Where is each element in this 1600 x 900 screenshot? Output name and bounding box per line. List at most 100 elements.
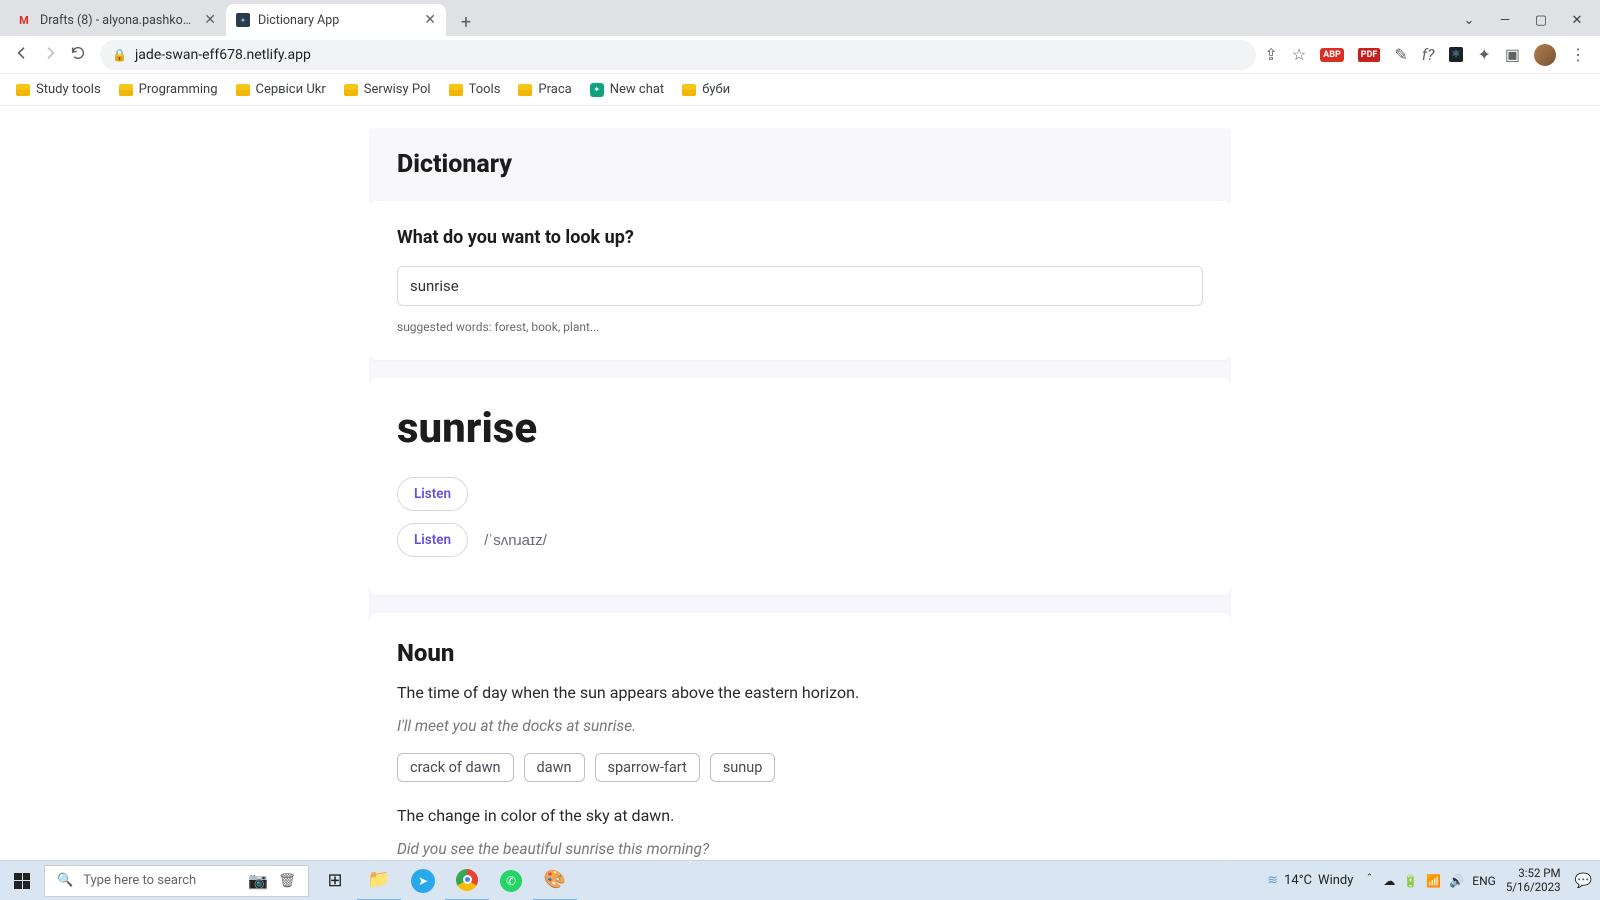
file-explorer-icon[interactable]: 📁 xyxy=(357,861,401,900)
listen-row-2: Listen /ˈsʌnɹaɪz/ xyxy=(397,523,1203,557)
listen-button[interactable]: Listen xyxy=(397,523,468,557)
app-container: Dictionary What do you want to look up? … xyxy=(369,128,1231,888)
tabs-dropdown-icon[interactable]: ⌄ xyxy=(1460,13,1478,28)
synonym-pill[interactable]: dawn xyxy=(524,753,585,782)
bookmark-buby[interactable]: буби xyxy=(682,82,730,97)
bookmarks-bar: Study tools Programming Сервіси Ukr Serw… xyxy=(0,74,1600,106)
time-text: 3:52 PM xyxy=(1506,867,1561,880)
example-text: I'll meet you at the docks at sunrise. xyxy=(397,717,1203,735)
example-text: Did you see the beautiful sunrise this m… xyxy=(397,840,1203,858)
tab-dictionary[interactable]: ✦ Dictionary App ✕ xyxy=(226,4,446,36)
gmail-icon: M xyxy=(16,12,32,28)
bookmark-label: New chat xyxy=(610,82,664,97)
taskbar-search[interactable]: 🔍 Type here to search 📷 🗑 xyxy=(44,865,309,897)
whatsapp-icon[interactable]: ✆ xyxy=(489,861,533,900)
close-window-button[interactable]: ✕ xyxy=(1568,13,1586,28)
listen-button[interactable]: Listen xyxy=(397,477,468,511)
window-controls: ⌄ — ▢ ✕ xyxy=(1460,4,1600,36)
bookmark-label: Сервіси Ukr xyxy=(256,82,326,97)
bookmark-new-chat[interactable]: ✦ New chat xyxy=(590,82,664,97)
volume-icon[interactable]: 🔊 xyxy=(1449,874,1464,888)
chevron-up-icon[interactable]: ＾ xyxy=(1363,872,1375,889)
start-button[interactable] xyxy=(0,873,44,889)
sidepanel-icon[interactable]: ▣ xyxy=(1505,45,1520,64)
date-text: 5/16/2023 xyxy=(1506,881,1561,894)
weather-cond: Windy xyxy=(1318,873,1353,888)
folder-icon xyxy=(449,84,463,96)
listen-row-1: Listen xyxy=(397,477,1203,511)
search-input[interactable] xyxy=(397,266,1203,306)
chat-icon: ✦ xyxy=(590,83,604,97)
close-icon[interactable]: ✕ xyxy=(204,12,216,28)
tab-strip: M Drafts (8) - alyona.pashko@gmai ✕ ✦ Di… xyxy=(0,0,1600,36)
bookmark-praca[interactable]: Praca xyxy=(518,82,571,97)
forward-button[interactable] xyxy=(42,45,58,65)
share-icon[interactable]: ⇪ xyxy=(1264,45,1277,64)
bookmark-label: Programming xyxy=(139,82,218,97)
address-bar: 🔒 jade-swan-eff678.netlify.app ⇪ ☆ ABP P… xyxy=(0,36,1600,74)
app-heading: Dictionary xyxy=(369,128,1231,201)
synonym-pill[interactable]: crack of dawn xyxy=(397,753,514,782)
onedrive-icon[interactable]: ☁ xyxy=(1383,874,1395,888)
notifications-icon[interactable]: 💬 xyxy=(1575,873,1592,889)
synonym-pill[interactable]: sunup xyxy=(710,753,776,782)
folder-icon xyxy=(518,84,532,96)
nav-buttons xyxy=(8,45,92,65)
lock-icon: 🔒 xyxy=(112,48,127,62)
telegram-icon[interactable]: ➤ xyxy=(401,861,445,900)
bookmark-serwisy-pol[interactable]: Serwisy Pol xyxy=(344,82,431,97)
windows-icon xyxy=(14,873,30,889)
minimize-button[interactable]: — xyxy=(1496,13,1514,28)
react-devtools-icon[interactable]: ⚛ xyxy=(1449,47,1464,62)
language-indicator[interactable]: ENG xyxy=(1472,874,1496,888)
bookmark-tools[interactable]: Tools xyxy=(449,82,501,97)
trash-icon[interactable]: 🗑 xyxy=(278,873,296,889)
extensions-icon[interactable]: ✦ xyxy=(1477,45,1490,64)
system-tray: ≋ 14°C Windy ＾ ☁ 🔋 📶 🔊 ENG 3:52 PM 5/16/… xyxy=(1267,867,1600,893)
camera-icon[interactable]: 📷 xyxy=(248,871,268,890)
page-viewport: Dictionary What do you want to look up? … xyxy=(0,106,1600,888)
weather-widget[interactable]: ≋ 14°C Windy xyxy=(1267,873,1353,888)
wind-icon: ≋ xyxy=(1267,873,1278,888)
back-button[interactable] xyxy=(14,45,30,65)
star-icon[interactable]: ☆ xyxy=(1292,45,1306,64)
maximize-button[interactable]: ▢ xyxy=(1532,13,1550,28)
new-tab-button[interactable]: + xyxy=(452,8,480,36)
folder-icon xyxy=(236,84,250,96)
folder-icon xyxy=(682,84,696,96)
wifi-icon[interactable]: 📶 xyxy=(1426,874,1441,888)
pdf-icon[interactable]: PDF xyxy=(1358,48,1381,62)
search-placeholder: Type here to search xyxy=(83,873,196,888)
menu-icon[interactable]: ⋮ xyxy=(1570,45,1586,64)
profile-avatar[interactable] xyxy=(1534,44,1556,66)
browser-chrome: M Drafts (8) - alyona.pashko@gmai ✕ ✦ Di… xyxy=(0,0,1600,106)
clock[interactable]: 3:52 PM 5/16/2023 xyxy=(1506,867,1565,893)
whatfont-icon[interactable]: f? xyxy=(1422,45,1435,64)
chrome-icon[interactable] xyxy=(445,861,489,900)
tab-title: Dictionary App xyxy=(258,13,416,28)
search-icon: 🔍 xyxy=(57,873,73,888)
folder-icon xyxy=(16,84,30,96)
bookmark-programming[interactable]: Programming xyxy=(119,82,218,97)
search-card: What do you want to look up? suggested w… xyxy=(369,201,1231,360)
phonetic-text: /ˈsʌnɹaɪz/ xyxy=(484,532,547,549)
folder-icon xyxy=(119,84,133,96)
battery-icon[interactable]: 🔋 xyxy=(1403,874,1418,888)
definition-text: The change in color of the sky at dawn. xyxy=(397,804,1203,828)
bookmark-study-tools[interactable]: Study tools xyxy=(16,82,101,97)
close-icon[interactable]: ✕ xyxy=(424,12,436,28)
synonyms-row: crack of dawn dawn sparrow-fart sunup xyxy=(397,753,1203,782)
tab-gmail[interactable]: M Drafts (8) - alyona.pashko@gmai ✕ xyxy=(6,4,226,36)
definition-card: Noun The time of day when the sun appear… xyxy=(369,613,1231,888)
synonym-pill[interactable]: sparrow-fart xyxy=(595,753,700,782)
task-view-icon[interactable]: ⊞ xyxy=(313,861,357,900)
abp-icon[interactable]: ABP xyxy=(1320,48,1344,62)
url-field[interactable]: 🔒 jade-swan-eff678.netlify.app xyxy=(100,40,1256,70)
toolbar-icons: ⇪ ☆ ABP PDF ✎ f? ⚛ ✦ ▣ ⋮ xyxy=(1264,44,1592,66)
definition-text: The time of day when the sun appears abo… xyxy=(397,681,1203,705)
reload-button[interactable] xyxy=(70,45,86,65)
bookmark-label: Serwisy Pol xyxy=(364,82,431,97)
eyedropper-icon[interactable]: ✎ xyxy=(1394,45,1407,64)
bookmark-services-ukr[interactable]: Сервіси Ukr xyxy=(236,82,326,97)
paint-icon[interactable]: 🎨 xyxy=(533,861,577,900)
